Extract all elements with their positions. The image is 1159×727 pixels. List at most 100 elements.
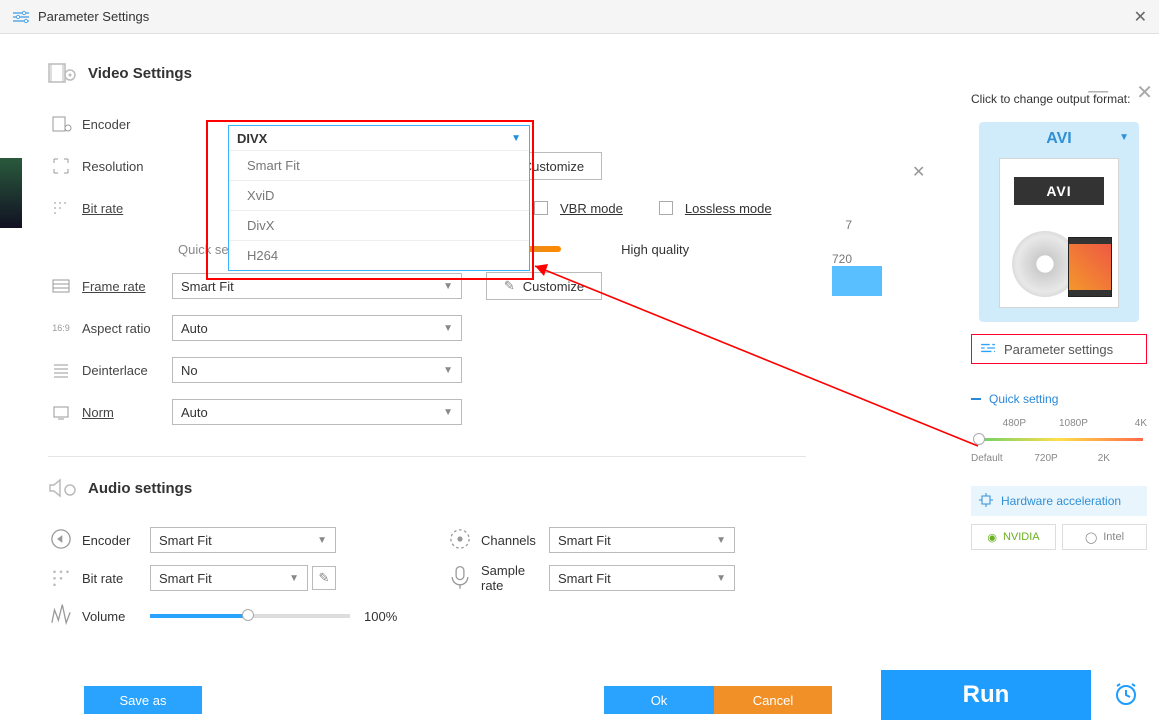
samplerate-select[interactable]: Smart Fit▼ [549, 565, 735, 591]
tick-480p: 480P [1003, 418, 1026, 429]
quick-setting-title: Quick setting [989, 392, 1058, 406]
close-icon[interactable]: ✕ [1134, 7, 1147, 27]
volume-slider[interactable] [150, 614, 350, 618]
framerate-customize-button[interactable]: ✎ Customize [486, 272, 602, 300]
gpu-intel-button[interactable]: ◯ Intel [1062, 524, 1147, 550]
background-video-thumbnail [0, 158, 22, 228]
chevron-down-icon: ▼ [443, 281, 453, 292]
film-gear-icon [48, 62, 76, 84]
vbr-label[interactable]: VBR mode [560, 201, 623, 216]
background-item-selected [832, 266, 882, 296]
row-norm: Norm Auto ▼ [48, 394, 806, 430]
row-channels: Channels Smart Fit▼ [447, 521, 806, 559]
aspect-ratio-icon: 16:9 [48, 318, 74, 338]
chevron-down-icon: ▼ [716, 573, 726, 584]
speaker-gear-icon [48, 477, 76, 499]
channels-label: Channels [473, 533, 549, 548]
row-aspect: 16:9 Aspect ratio Auto ▼ [48, 310, 806, 346]
video-settings-header: Video Settings [48, 62, 806, 84]
hardware-acceleration-label: Hardware acceleration [1001, 494, 1121, 508]
chevron-down-icon: ▼ [716, 535, 726, 546]
row-framerate: Frame rate Smart Fit ▼ ✎ Customize [48, 268, 806, 304]
samplerate-label: Sample rate [473, 563, 549, 593]
settings-sliders-icon [980, 342, 996, 357]
audio-bitrate-icon [48, 564, 74, 593]
framerate-select[interactable]: Smart Fit ▼ [172, 273, 462, 299]
encoder-option-divx[interactable]: DivX [229, 210, 529, 240]
quick-setting-thumb[interactable] [973, 433, 985, 445]
mic-icon [447, 564, 473, 593]
cancel-button[interactable]: Cancel [714, 686, 832, 714]
quick-setting-section: Quick setting 480P 1080P 4K Default 720P… [971, 392, 1147, 460]
background-item-close-icon[interactable]: ✕ [912, 162, 925, 182]
deinterlace-label: Deinterlace [74, 363, 172, 378]
background-duration: 7 [832, 208, 852, 242]
encoder-dropdown[interactable]: DIVX ▼ Smart Fit XviD DivX H264 [228, 125, 530, 271]
framerate-label[interactable]: Frame rate [74, 279, 172, 294]
chevron-down-icon: ▼ [443, 365, 453, 376]
audio-settings-title: Audio settings [88, 480, 192, 497]
encoder-option-smartfit[interactable]: Smart Fit [229, 150, 529, 180]
collapse-dash-icon [971, 398, 981, 400]
tick-1080p: 1080P [1059, 418, 1088, 429]
run-button[interactable]: Run [881, 670, 1091, 720]
format-name: AVI [979, 130, 1139, 148]
save-as-button[interactable]: Save as [84, 686, 202, 714]
quick-setting-head[interactable]: Quick setting [971, 392, 1147, 406]
channels-select[interactable]: Smart Fit▼ [549, 527, 735, 553]
audio-bitrate-edit-button[interactable]: ✎ [312, 566, 336, 590]
bitrate-icon [48, 198, 74, 218]
bitrate-label[interactable]: Bit rate [74, 201, 172, 216]
audio-bitrate-label: Bit rate [74, 571, 150, 586]
customize-label: Customize [523, 159, 584, 174]
norm-icon [48, 402, 74, 422]
chevron-down-icon: ▼ [317, 535, 327, 546]
video-settings-title: Video Settings [88, 65, 192, 82]
chevron-down-icon: ▼ [443, 323, 453, 334]
encoder-option-h264[interactable]: H264 [229, 240, 529, 270]
volume-icon [48, 602, 74, 631]
dialog-title: Parameter Settings [38, 9, 149, 24]
encoder-icon [48, 114, 74, 134]
resolution-icon [48, 156, 74, 176]
audio-encoder-icon [48, 526, 74, 555]
audio-encoder-select[interactable]: Smart Fit▼ [150, 527, 336, 553]
norm-label[interactable]: Norm [74, 405, 172, 420]
tick-4k: 4K [1135, 418, 1147, 429]
chevron-down-icon: ▼ [1119, 132, 1129, 143]
audio-bitrate-select[interactable]: Smart Fit▼ [150, 565, 308, 591]
aspect-select[interactable]: Auto ▼ [172, 315, 462, 341]
row-samplerate: Sample rate Smart Fit▼ [447, 559, 806, 597]
parameter-settings-button[interactable]: Parameter settings [971, 334, 1147, 364]
output-format-card[interactable]: AVI ▼ AVI [979, 122, 1139, 322]
vbr-checkbox[interactable] [534, 201, 548, 215]
chevron-down-icon: ▼ [443, 407, 453, 418]
row-audio-bitrate: Bit rate Smart Fit▼ ✎ [48, 559, 407, 597]
hardware-acceleration-button[interactable]: Hardware acceleration [971, 486, 1147, 516]
lossless-checkbox[interactable] [659, 201, 673, 215]
encoder-option-xvid[interactable]: XviD [229, 180, 529, 210]
chevron-down-icon: ▼ [289, 573, 299, 584]
audio-encoder-label: Encoder [74, 533, 150, 548]
right-sidebar: Click to change output format: AVI ▼ AVI… [959, 74, 1159, 727]
alarm-clock-icon[interactable] [1113, 681, 1139, 707]
encoder-select-head[interactable]: DIVX ▼ [229, 126, 529, 150]
volume-label: Volume [74, 609, 150, 624]
gpu-nvidia-button[interactable]: ◉ NVIDIA [971, 524, 1056, 550]
ok-button[interactable]: Ok [604, 686, 714, 714]
row-deinterlace: Deinterlace No ▼ [48, 352, 806, 388]
lossless-label[interactable]: Lossless mode [685, 201, 772, 216]
framerate-icon [48, 276, 74, 296]
encoder-selected-value: DIVX [237, 131, 511, 146]
row-volume: Volume 100% [48, 597, 407, 635]
volume-thumb[interactable] [242, 609, 254, 621]
tick-720p: 720P [1034, 453, 1057, 464]
deinterlace-icon [48, 360, 74, 380]
norm-select[interactable]: Auto ▼ [172, 399, 462, 425]
encoder-label: Encoder [74, 117, 172, 132]
customize-label: Customize [523, 279, 584, 294]
aspect-label: Aspect ratio [74, 321, 172, 336]
quick-setting-slider[interactable]: 480P 1080P 4K Default 720P 2K [971, 416, 1147, 460]
format-illustration: AVI [999, 158, 1119, 308]
deinterlace-select[interactable]: No ▼ [172, 357, 462, 383]
